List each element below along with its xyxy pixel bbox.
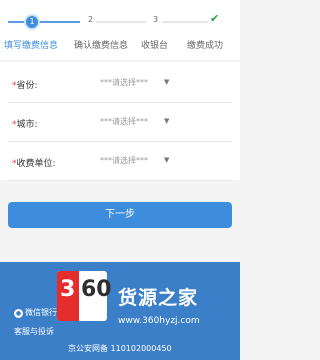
next-button[interactable]: 下一步 xyxy=(8,202,232,228)
city-label: *城市: xyxy=(12,120,38,130)
step-2-label: 确认缴费信息 xyxy=(74,41,129,51)
city-row[interactable]: *城市: ***请选择*** ▼ xyxy=(8,103,232,142)
chevron-down-icon: ▼ xyxy=(164,156,170,164)
city-select[interactable]: ***请选择*** xyxy=(100,116,148,127)
chevron-down-icon: ▼ xyxy=(164,117,170,125)
province-label: *省份: xyxy=(12,81,38,91)
check-icon: ✔ xyxy=(208,12,222,25)
progress-steps: 1 2 3 ✔ 填写缴费信息 确认缴费信息 收银台 缴费成功 xyxy=(0,0,240,60)
step-3-indicator: 3 xyxy=(151,15,161,24)
unit-row[interactable]: *收费单位: ***请选择*** ▼ xyxy=(8,142,232,181)
wechat-icon: ● xyxy=(14,309,23,318)
chevron-down-icon: ▼ xyxy=(164,78,170,86)
progress-line xyxy=(40,21,80,23)
step-2-indicator: 2 xyxy=(86,15,96,24)
progress-line xyxy=(8,21,24,23)
watermark-title: 货源之家 xyxy=(118,287,199,309)
step-4-label: 缴费成功 xyxy=(187,41,224,51)
unit-label: *收费单位: xyxy=(12,159,56,169)
watermark-url: www.360hyzj.com xyxy=(118,316,200,326)
step-1-indicator: 1 xyxy=(24,14,40,30)
icp-text: 京公安网备 110102000450 xyxy=(68,344,172,353)
progress-line xyxy=(96,21,146,23)
progress-line xyxy=(162,21,212,23)
footer: ● 微信银行 客服与投诉 京公安网备 110102000450 xyxy=(0,262,240,360)
watermark-logo: 3 60 xyxy=(57,271,112,321)
unit-select[interactable]: ***请选择*** xyxy=(100,155,148,166)
step-1-label: 填写缴费信息 xyxy=(4,41,59,51)
step-3-label: 收银台 xyxy=(141,41,169,51)
payment-form: *省份: ***请选择*** ▼ *城市: ***请选择*** ▼ *收费单位:… xyxy=(0,62,240,181)
province-select[interactable]: ***请选择*** xyxy=(100,77,148,88)
province-row[interactable]: *省份: ***请选择*** ▼ xyxy=(8,64,232,103)
service-link[interactable]: 客服与投诉 xyxy=(14,326,54,337)
wechat-bank-link[interactable]: ● 微信银行 xyxy=(14,307,57,318)
